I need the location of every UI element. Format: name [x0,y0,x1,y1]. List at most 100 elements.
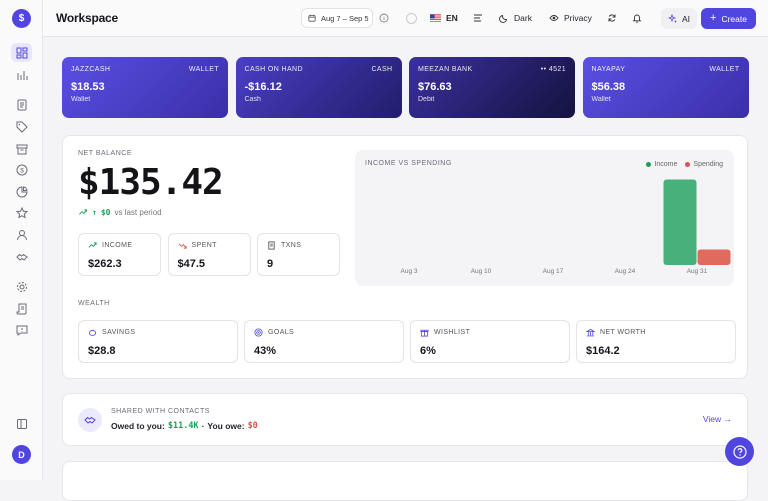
wealth-net-worth[interactable]: NET WORTH$164.2 [576,320,736,363]
sidebar-item-user[interactable] [11,225,32,244]
trend-down-icon [178,241,187,250]
moon-icon [499,13,509,23]
user-avatar[interactable]: D [12,445,31,464]
target-icon [254,328,263,337]
refresh-icon [607,13,617,23]
date-range-picker[interactable]: Aug 7 – Sep 5 [301,8,373,28]
main-content: JAZZCASHWALLET$18.53WalletCASH ON HANDCA… [43,37,768,480]
wallet-type: WALLET [189,66,219,73]
menu-button[interactable] [473,8,483,28]
wealth-item-label: NET WORTH [600,329,646,336]
sidebar-item-bar-chart[interactable] [11,65,32,84]
bell-icon [632,13,642,23]
topbar: Workspace Aug 7 – Sep 5 EN Dark Privacy … [43,0,768,37]
shared-view-link[interactable]: View → [703,414,732,424]
sidebar-item-document[interactable] [11,95,32,114]
wallet-card[interactable]: MEEZAN BANK•• 4521$76.63Debit [409,57,575,118]
gear-icon [16,281,28,293]
language-selector[interactable]: EN [430,8,458,28]
separator: · [202,421,205,431]
chart-plot: Aug 3Aug 10Aug 17Aug 24Aug 31 [355,150,734,286]
dashboard-icon [16,47,28,59]
info-button[interactable] [379,8,389,28]
stat-label: SPENT [192,242,217,249]
privacy-label: Privacy [564,13,592,23]
theme-toggle[interactable]: Dark [499,8,532,28]
x-tick-label: Aug 3 [401,268,418,275]
wealth-item-value: 6% [420,345,560,357]
sidebar-item-message[interactable] [11,320,32,339]
sidebar-item-dashboard[interactable] [11,43,32,62]
stat-label: INCOME [102,242,132,249]
wealth-item-label: GOALS [268,329,294,336]
sidebar-item-archive[interactable] [11,139,32,158]
wealth-goals[interactable]: GOALS 43% [244,320,404,363]
create-label: Create [721,14,747,24]
app-logo[interactable]: $ [12,9,31,28]
notifications-button[interactable] [632,8,642,28]
next-panel [62,461,748,501]
wallet-amount: $56.38 [592,81,740,93]
stat-label: TXNS [281,242,301,249]
document-icon [16,99,28,111]
create-button[interactable]: + Create [701,8,756,29]
owed-value: $11.4K [168,421,199,431]
sidebar-item-book[interactable] [11,414,32,433]
wallet-name: CASH ON HAND [245,66,393,73]
trend-arrow: ↑ [92,208,97,217]
gift-icon [420,328,429,337]
sidebar-item-scroll[interactable] [11,299,32,318]
svg-text:$: $ [20,167,24,174]
wallet-subtitle: Cash [245,96,393,103]
trend-up-icon [88,241,97,250]
sparkle-icon [668,14,678,24]
sidebar-item-handshake[interactable] [11,247,32,266]
sidebar-item-star[interactable] [11,203,32,222]
wallet-type: WALLET [709,66,739,73]
shared-summary: Owed to you: $11.4K · You owe: $0 [111,421,258,431]
handshake-icon [16,251,28,263]
owed-prefix: Owed to you: [111,421,165,431]
net-balance-label: NET BALANCE [78,150,132,157]
wallet-card[interactable]: JAZZCASHWALLET$18.53Wallet [62,57,228,118]
shared-label: SHARED WITH CONTACTS [111,408,210,415]
ai-label: AI [682,14,690,24]
wallet-subtitle: Wallet [71,96,219,103]
income-vs-spending-chart: INCOME VS SPENDING Income Spending Aug 3… [355,150,734,286]
sidebar-item-pie-chart[interactable] [11,182,32,201]
info-icon [379,13,389,23]
receipt-icon [267,241,276,250]
sidebar-item-dollar-circle[interactable]: $ [11,160,32,179]
theme-label: Dark [514,13,532,23]
dollar-circle-icon: $ [16,164,28,176]
wallet-amount: -$16.12 [245,81,393,93]
help-icon [733,445,747,459]
bar-income[interactable] [664,180,697,265]
status-indicator[interactable] [406,13,417,24]
privacy-toggle[interactable]: Privacy [549,8,592,28]
sidebar-item-tag[interactable] [11,117,32,136]
stat-income: INCOME $262.3 [78,233,161,276]
sidebar-item-gear[interactable] [11,277,32,296]
stat-value: $262.3 [88,258,151,270]
bar-spending[interactable] [698,250,731,265]
wallet-amount: $76.63 [418,81,566,93]
x-tick-label: Aug 31 [687,268,708,275]
help-button[interactable] [725,437,754,466]
ai-button[interactable]: AI [661,8,697,29]
shared-contacts-panel: SHARED WITH CONTACTS Owed to you: $11.4K… [62,393,748,446]
wallet-card[interactable]: CASH ON HANDCASH-$16.12Cash [236,57,402,118]
wealth-item-value: 43% [254,345,394,357]
bar-chart-icon [16,69,28,81]
wallet-amount: $18.53 [71,81,219,93]
wallet-card[interactable]: NAYAPAYWALLET$56.38Wallet [583,57,749,118]
x-tick-label: Aug 24 [615,268,636,275]
wealth-savings[interactable]: SAVINGS$28.8 [78,320,238,363]
eye-icon [549,13,559,23]
wealth-item-label: WISHLIST [434,329,470,336]
scroll-icon [16,303,28,315]
user-icon [16,229,28,241]
wealth-wishlist[interactable]: WISHLIST 6% [410,320,570,363]
wallet-type: •• 4521 [541,66,566,73]
refresh-button[interactable] [607,8,617,28]
